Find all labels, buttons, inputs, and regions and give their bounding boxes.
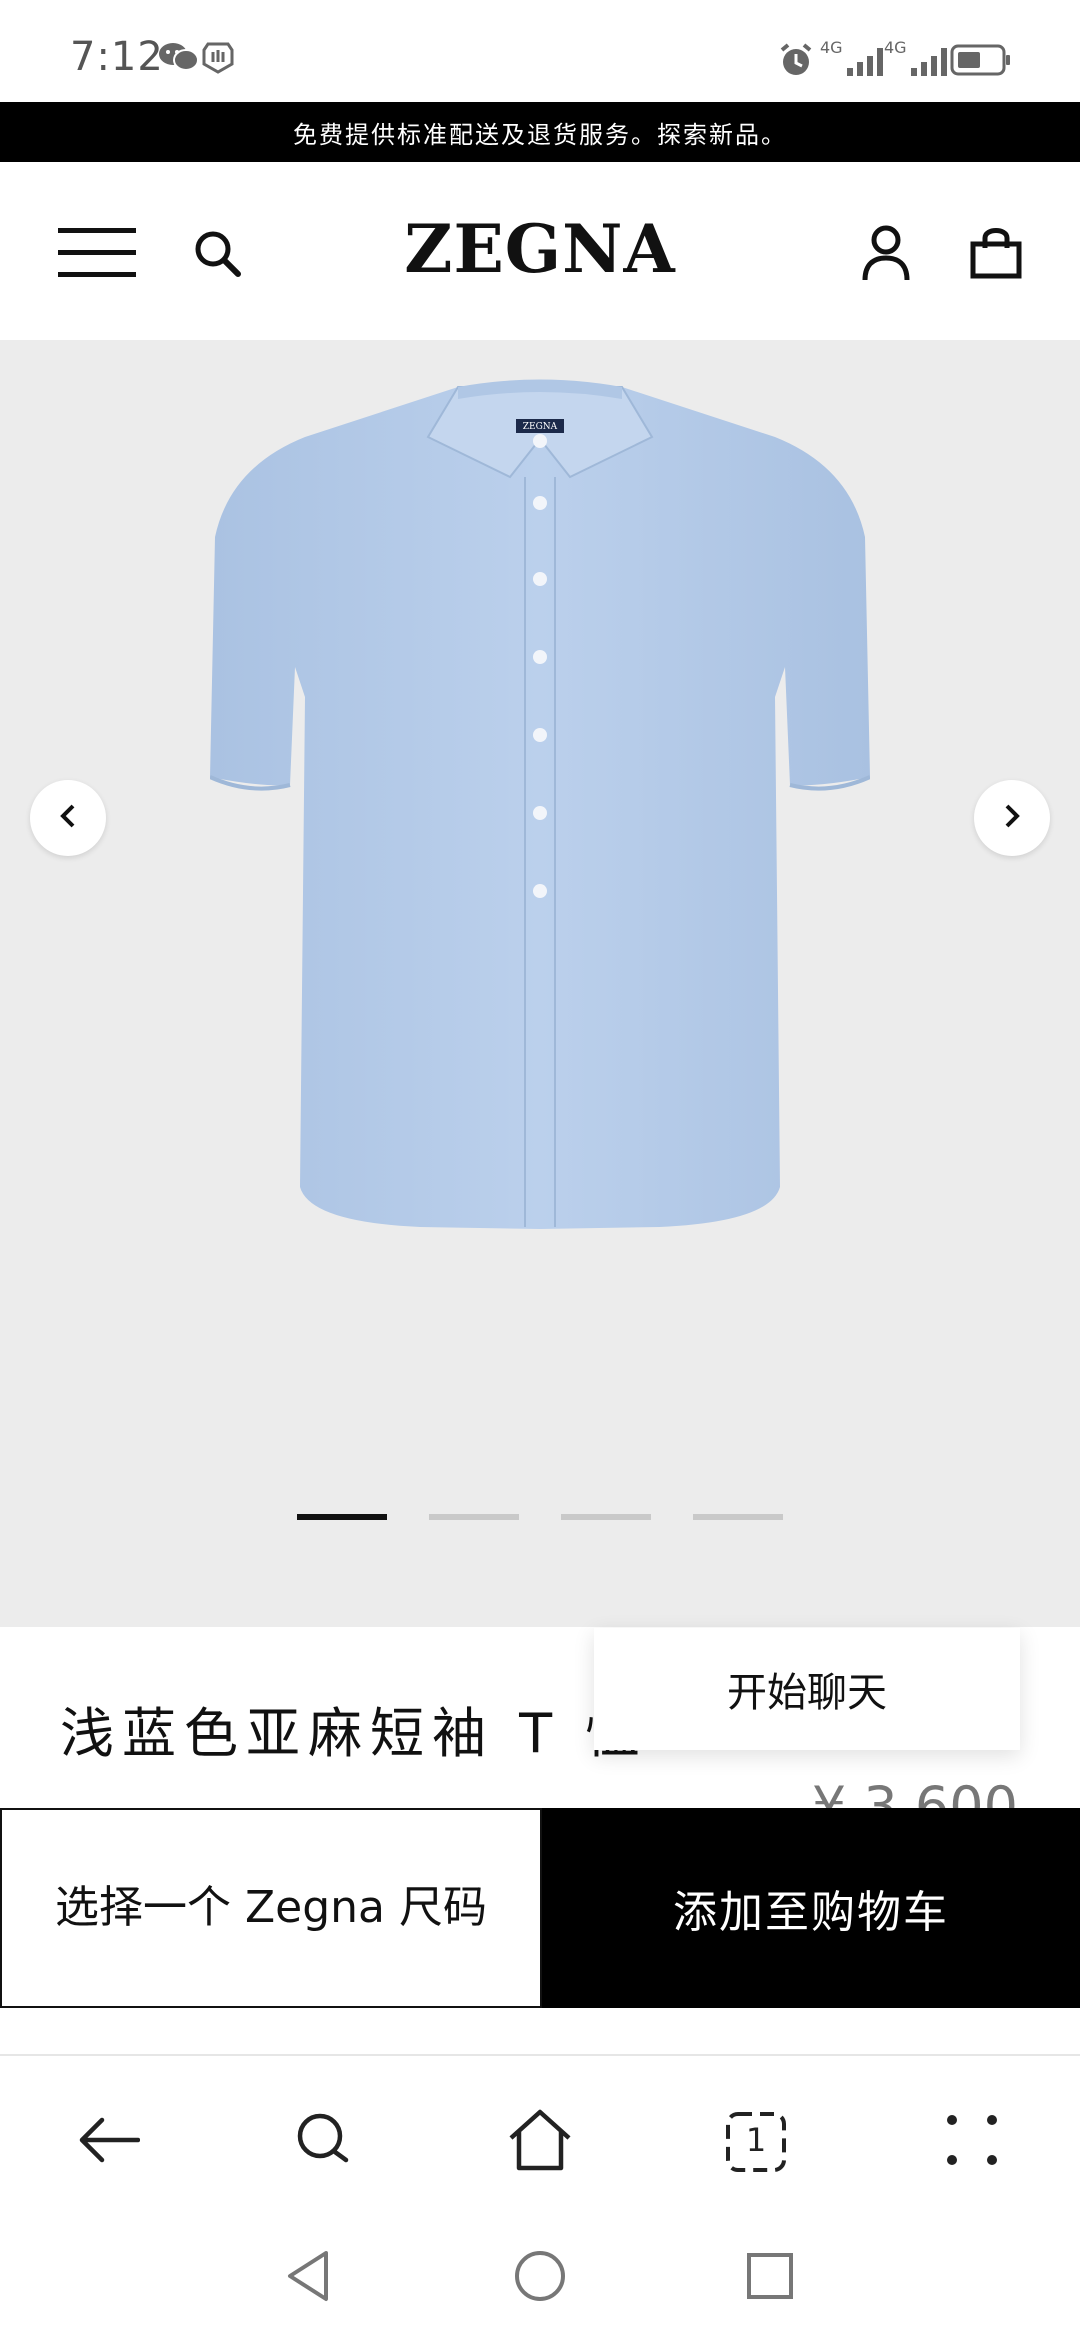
previous-image-button[interactable] bbox=[30, 780, 106, 856]
status-time: 7:12 bbox=[70, 34, 164, 80]
brand-logo[interactable]: ZEGNA bbox=[0, 210, 1080, 288]
arrow-left-icon bbox=[76, 2116, 141, 2168]
start-chat-button[interactable]: 开始聊天 bbox=[594, 1628, 1020, 1750]
account-icon[interactable] bbox=[862, 224, 910, 282]
more-menu-button[interactable] bbox=[936, 2106, 1008, 2178]
add-to-cart-button[interactable]: 添加至购物车 bbox=[542, 1808, 1080, 2008]
gallery-indicator-1[interactable] bbox=[297, 1514, 387, 1520]
site-header: ZEGNA bbox=[0, 162, 1080, 342]
promo-text: 免费提供标准配送及退货服务。探索新品。 bbox=[293, 120, 787, 149]
tabs-button[interactable]: 1 bbox=[720, 2106, 792, 2178]
square-recents-icon bbox=[745, 2251, 795, 2305]
home-icon bbox=[507, 2108, 573, 2176]
gallery-indicator-4[interactable] bbox=[693, 1514, 783, 1520]
signal-2-icon: 4G bbox=[884, 38, 953, 78]
tab-count: 1 bbox=[745, 2121, 767, 2159]
system-recents-button[interactable] bbox=[740, 2248, 800, 2308]
product-title: 浅蓝色亚麻短袖 T 恤 bbox=[60, 1702, 648, 1765]
wechat-icon bbox=[158, 40, 200, 78]
product-image[interactable] bbox=[209, 367, 871, 1247]
battery-icon bbox=[950, 44, 1012, 80]
triangle-back-icon bbox=[284, 2249, 332, 2307]
chevron-left-icon bbox=[58, 802, 78, 834]
home-button[interactable] bbox=[504, 2106, 576, 2178]
circle-home-icon bbox=[513, 2249, 567, 2307]
signal-1-icon: 4G bbox=[820, 38, 889, 78]
app-notification-icon bbox=[202, 40, 234, 78]
system-navigation-bar bbox=[0, 2226, 1080, 2340]
select-size-button[interactable]: 选择一个 Zegna 尺码 bbox=[0, 1808, 542, 2008]
chevron-right-icon bbox=[1002, 802, 1022, 834]
gallery-indicator-3[interactable] bbox=[561, 1514, 651, 1520]
shirt-brand-label: ZEGNA bbox=[522, 422, 558, 432]
system-home-button[interactable] bbox=[510, 2248, 570, 2308]
back-button[interactable] bbox=[72, 2106, 144, 2178]
search-icon bbox=[294, 2110, 354, 2174]
select-size-label: 选择一个 Zegna 尺码 bbox=[55, 1882, 487, 1933]
next-image-button[interactable] bbox=[974, 780, 1050, 856]
add-to-cart-label: 添加至购物车 bbox=[673, 1887, 949, 1938]
browser-search-button[interactable] bbox=[288, 2106, 360, 2178]
gallery-indicator-2[interactable] bbox=[429, 1514, 519, 1520]
status-bar: 7:12 4G 4G bbox=[0, 0, 1080, 102]
product-gallery[interactable]: ZEGNA bbox=[0, 342, 1080, 1627]
grid-dots-icon bbox=[946, 2114, 998, 2170]
alarm-icon bbox=[778, 42, 814, 82]
shopping-bag-icon[interactable] bbox=[970, 224, 1022, 280]
system-back-button[interactable] bbox=[278, 2248, 338, 2308]
tabs-icon: 1 bbox=[725, 2111, 787, 2173]
browser-toolbar: 1 bbox=[0, 2056, 1080, 2226]
promo-banner[interactable]: 免费提供标准配送及退货服务。探索新品。 bbox=[0, 102, 1080, 162]
start-chat-label: 开始聊天 bbox=[727, 1670, 887, 1716]
